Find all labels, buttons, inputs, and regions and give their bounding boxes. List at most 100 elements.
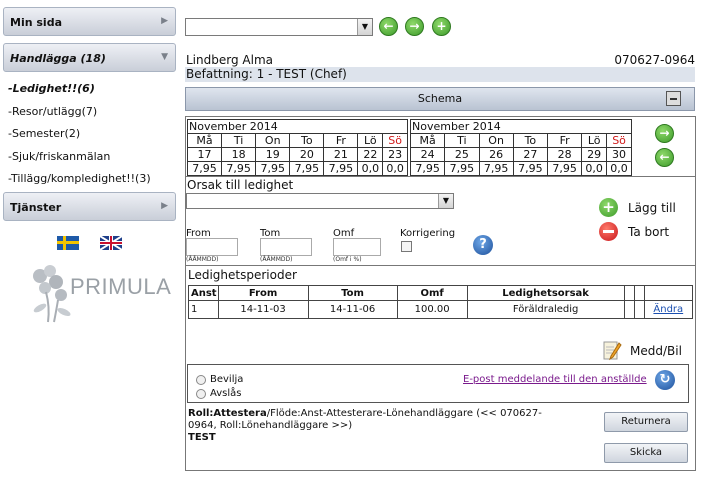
- calendar-hours: 0,0: [581, 161, 608, 176]
- calendar-day: Ti: [444, 133, 480, 148]
- calendar-day: To: [289, 133, 325, 148]
- calendar-day: Sö: [606, 133, 632, 148]
- cell-empty: [633, 300, 645, 319]
- medd-bil-button[interactable]: Medd/Bil: [630, 344, 682, 358]
- calendar-day: Må: [409, 133, 446, 148]
- add-icon[interactable]: +: [599, 198, 618, 217]
- returnera-button[interactable]: Returnera: [604, 412, 688, 432]
- calendar-day: Fr: [546, 133, 583, 148]
- schema-title: Schema: [417, 92, 463, 105]
- cell-tom: 14-11-06: [307, 300, 398, 319]
- remove-icon[interactable]: [599, 222, 618, 241]
- sidebar-item-semester[interactable]: -Semester(2): [8, 127, 80, 140]
- col-header: From: [217, 285, 309, 301]
- korrigering-checkbox[interactable]: [401, 241, 412, 252]
- calendar-date: 27: [512, 147, 549, 162]
- col-header: Ledighetsorsak: [466, 285, 625, 301]
- calendar-week-2: November 2014 Må Ti On To Fr Lö Sö 24 25…: [409, 119, 632, 176]
- ta-bort-button[interactable]: Ta bort: [628, 225, 669, 239]
- bevilja-label: Bevilja: [210, 374, 244, 385]
- cell-from: 14-11-03: [217, 300, 309, 319]
- cell-anst: 1: [188, 300, 219, 319]
- calendar-hours: 7,95: [289, 161, 325, 176]
- primula-logo: PRIMULA: [70, 274, 172, 299]
- omf-input[interactable]: [333, 238, 381, 256]
- calendar-day: To: [512, 133, 549, 148]
- calendar-hours: 7,95: [444, 161, 480, 176]
- uk-flag-icon[interactable]: [100, 236, 122, 250]
- sidebar-item-ledighet[interactable]: -Ledighet!!(6): [8, 82, 95, 95]
- calendar-date: 29: [581, 147, 608, 162]
- prev-week-icon[interactable]: ←: [655, 148, 674, 167]
- chevron-down-icon: ▼: [161, 52, 168, 62]
- back-arrow-icon[interactable]: ←: [379, 17, 398, 36]
- orsak-select[interactable]: ▼: [186, 193, 454, 209]
- sidebar-item-tillagg[interactable]: -Tillägg/kompledighet!!(3): [8, 172, 151, 185]
- calendar-hours: 7,95: [323, 161, 359, 176]
- calendar-day: Lö: [357, 133, 384, 148]
- collapse-icon[interactable]: [666, 91, 681, 106]
- calendar-hours: 7,95: [478, 161, 514, 176]
- col-header-empty: [633, 285, 645, 301]
- col-header-empty: [623, 285, 635, 301]
- calendar-date: 22: [357, 147, 384, 162]
- bevilja-radio[interactable]: [196, 375, 206, 385]
- email-link[interactable]: E-post meddelande till den anställde: [463, 374, 647, 385]
- roll-info: Roll:Attestera/Flöde:Anst-Attesterare-Lö…: [188, 408, 543, 444]
- calendar-hours: 0,0: [357, 161, 384, 176]
- lagg-till-button[interactable]: Lägg till: [628, 201, 676, 215]
- calendar-hours: 7,95: [546, 161, 583, 176]
- sidebar-item-sjuk[interactable]: -Sjuk/friskanmälan: [8, 150, 110, 163]
- calendar-date: 23: [382, 147, 408, 162]
- calendar-hours: 7,95: [255, 161, 291, 176]
- min-sida-label: Min sida: [10, 16, 62, 29]
- calendar-day: Ti: [221, 133, 257, 148]
- befattning: Befattning: 1 - TEST (Chef): [185, 67, 695, 82]
- avsla-radio[interactable]: [196, 389, 206, 399]
- chevron-down-icon: ▼: [438, 194, 453, 208]
- cell-orsak: Föräldraledig: [466, 300, 625, 319]
- skicka-button[interactable]: Skicka: [604, 443, 688, 463]
- refresh-icon[interactable]: ↻: [655, 370, 675, 390]
- orsak-title: Orsak till ledighet: [187, 178, 294, 192]
- add-icon[interactable]: +: [432, 17, 451, 36]
- cell-empty: [623, 300, 635, 319]
- note-pencil-icon[interactable]: [602, 339, 622, 361]
- col-header-empty: [643, 285, 694, 301]
- col-header: Anst: [188, 285, 219, 301]
- chevron-right-icon: ▶: [161, 16, 168, 26]
- calendar-day: On: [255, 133, 291, 148]
- calendar-date: 18: [221, 147, 257, 162]
- employee-name: Lindberg Alma: [186, 53, 273, 67]
- andra-link[interactable]: Ändra: [653, 304, 683, 315]
- from-hint: (ÅÅMMDD): [186, 256, 219, 263]
- omf-hint: (Omf i %): [333, 256, 362, 263]
- help-icon[interactable]: ?: [473, 235, 493, 255]
- employee-select[interactable]: ▼: [185, 18, 373, 36]
- calendar-hours: 7,95: [221, 161, 257, 176]
- tom-input[interactable]: [260, 238, 312, 256]
- tom-hint: (ÅÅMMDD): [260, 256, 293, 263]
- tjanster-header[interactable]: Tjänster ▶: [3, 192, 176, 221]
- calendar-week-1: November 2014 Må Ti On To Fr Lö Sö 17 18…: [186, 119, 408, 176]
- calendar-day: Må: [186, 133, 223, 148]
- next-week-icon[interactable]: →: [655, 124, 674, 143]
- cell-omf: 100.00: [396, 300, 468, 319]
- calendar-day: Sö: [382, 133, 408, 148]
- col-header: Tom: [307, 285, 398, 301]
- calendar-date: 24: [409, 147, 446, 162]
- min-sida-header[interactable]: Min sida ▶: [3, 7, 176, 36]
- swedish-flag-icon[interactable]: [57, 236, 79, 250]
- employee-pnr: 070627-0964: [614, 53, 695, 67]
- handlagga-header[interactable]: Handlägga (18) ▼: [3, 43, 176, 72]
- chevron-down-icon: ▼: [357, 19, 372, 35]
- calendar-date: 20: [289, 147, 325, 162]
- calendar-date: 21: [323, 147, 359, 162]
- table-row: 1 14-11-03 14-11-06 100.00 Föräldraledig…: [188, 300, 694, 319]
- calendar-hours: 0,0: [382, 161, 408, 176]
- calendar-hours: 7,95: [512, 161, 549, 176]
- from-input[interactable]: [186, 238, 238, 256]
- calendar-hours: 0,0: [606, 161, 632, 176]
- forward-arrow-icon[interactable]: →: [405, 17, 424, 36]
- sidebar-item-resor[interactable]: -Resor/utlägg(7): [8, 105, 97, 118]
